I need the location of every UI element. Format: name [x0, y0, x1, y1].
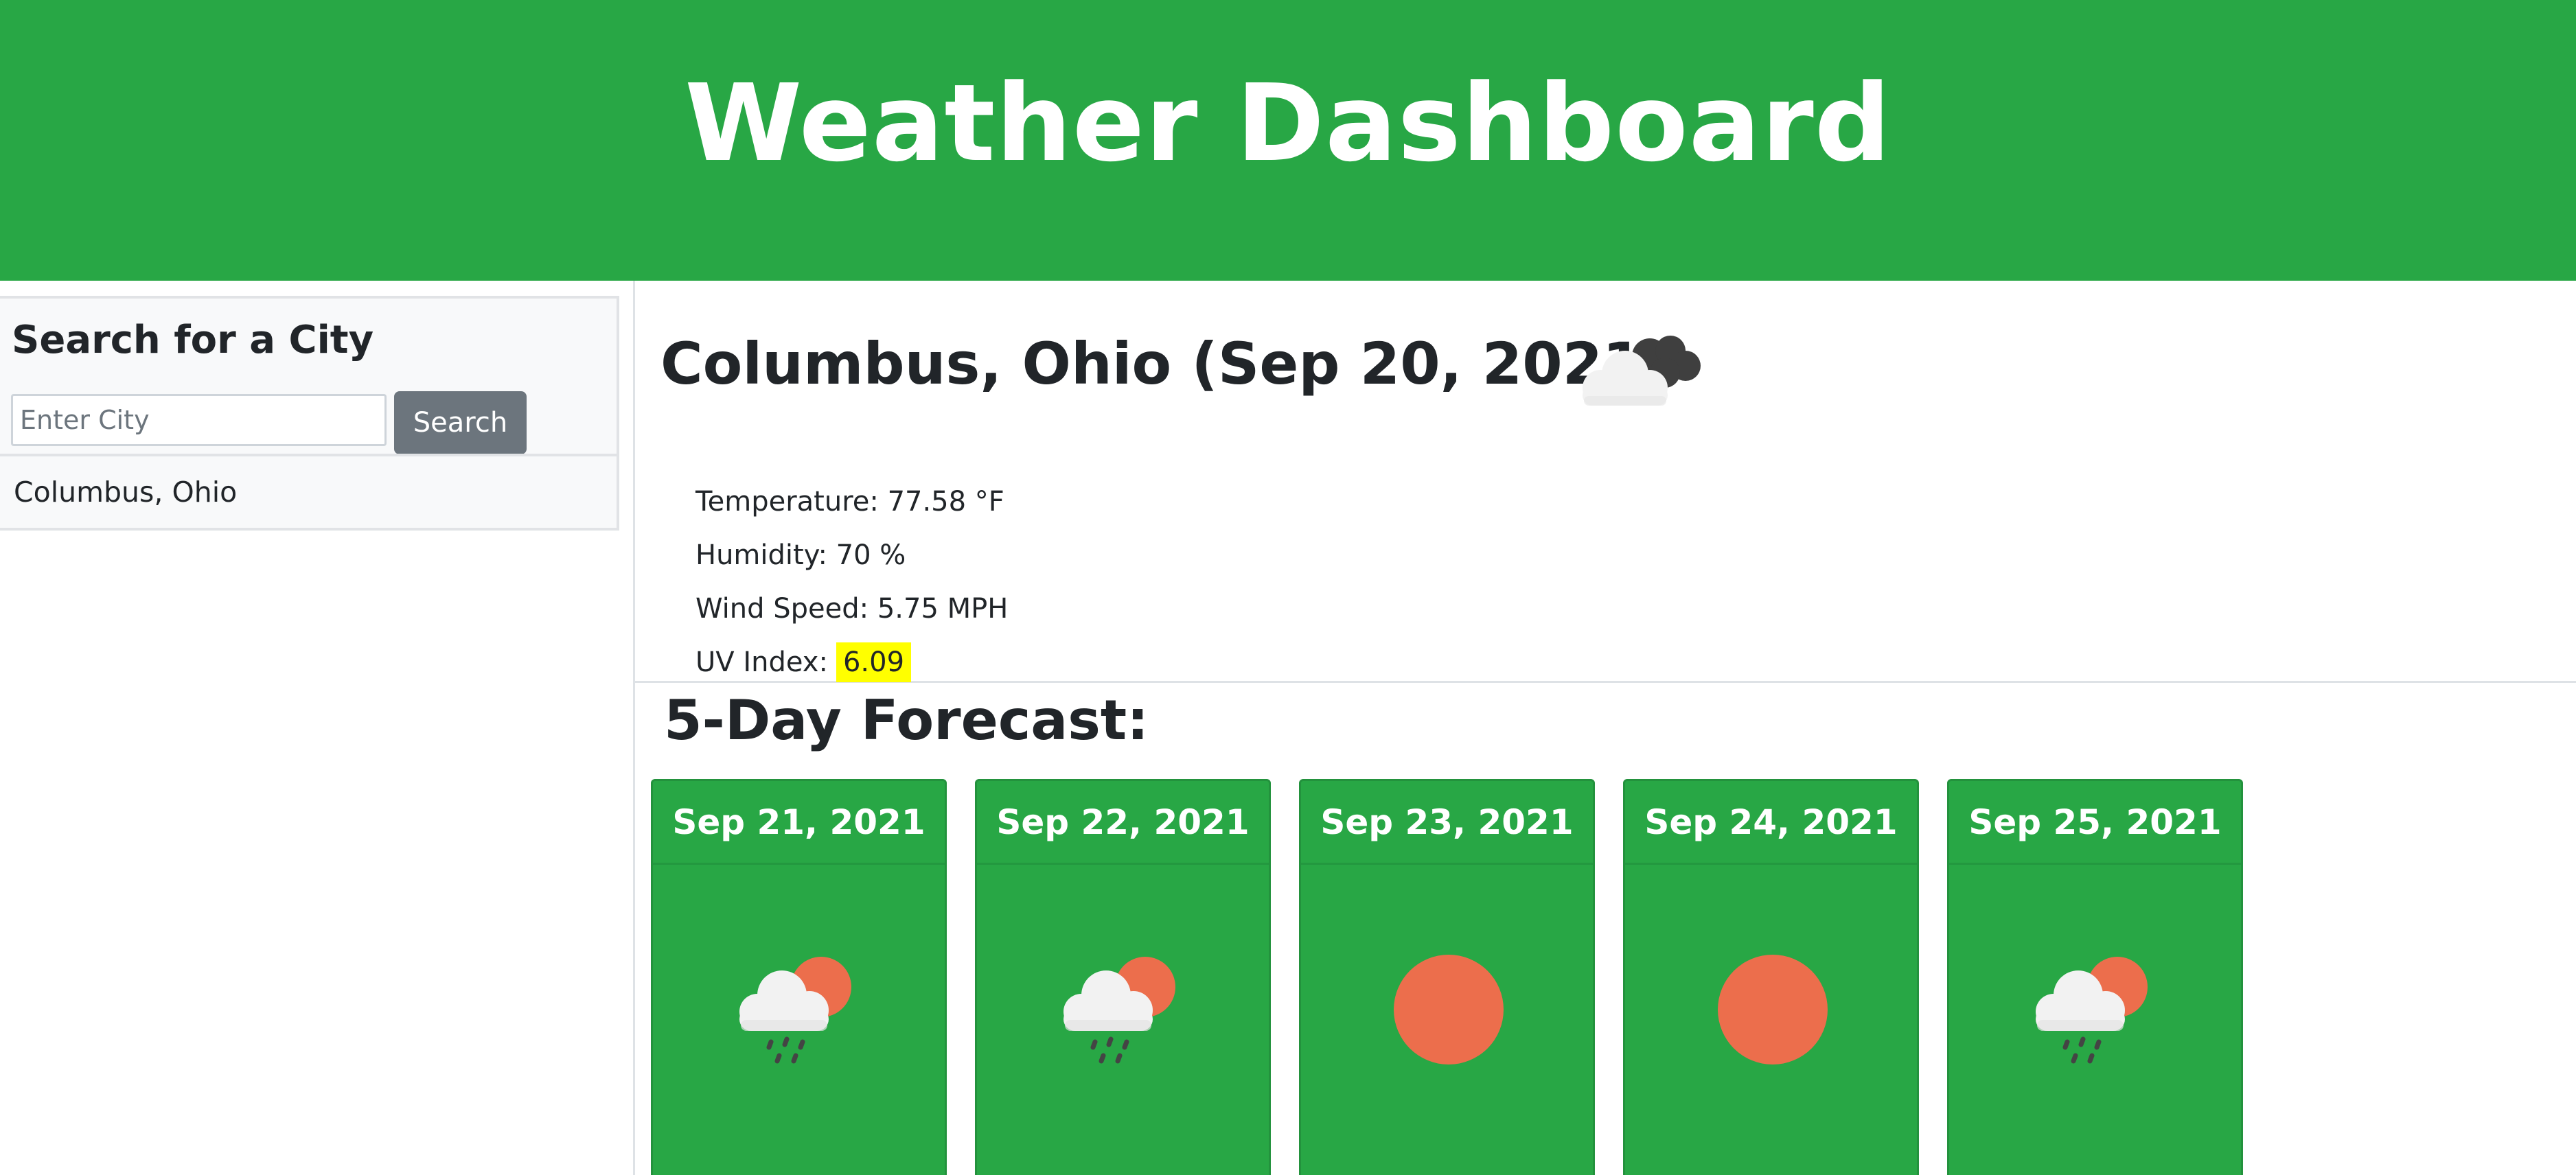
forecast-date: Sep 21, 2021 — [653, 781, 945, 865]
forecast-date: Sep 23, 2021 — [1301, 781, 1593, 865]
page-title: Weather Dashboard — [685, 61, 1891, 185]
temperature-stat: Temperature: 77.58 °F — [695, 486, 1004, 517]
humidity-stat: Humidity: 70 % — [695, 539, 906, 571]
forecast-heading: 5-Day Forecast: — [664, 688, 1149, 752]
sidebar: Search for a City Search Columbus, Ohio — [0, 281, 634, 1175]
current-stats: Temperature: 77.58 °F Humidity: 70 % Win… — [695, 475, 1008, 689]
uv-index-stat: UV Index: 6.09 — [695, 636, 1008, 689]
sun-icon — [1394, 955, 1504, 1065]
history-item-label: Columbus, Ohio — [14, 476, 238, 509]
search-button[interactable]: Search — [394, 391, 527, 454]
forecast-date: Sep 22, 2021 — [977, 781, 1269, 865]
uv-index-badge: 6.09 — [836, 642, 912, 682]
uv-index-label: UV Index: — [695, 647, 828, 678]
forecast-cards: Sep 21, 2021 Sep 22, 2021 Sep 23, 2021 S… — [651, 779, 2243, 1175]
rain-sun-icon — [739, 957, 851, 1064]
weather-dashboard-page: Weather Dashboard Search for a City Sear… — [0, 0, 2576, 1175]
forecast-date: Sep 25, 2021 — [1949, 781, 2241, 865]
forecast-card: Sep 23, 2021 — [1299, 779, 1595, 1175]
partly-cloudy-dark-icon — [1583, 336, 1701, 406]
sun-icon — [1718, 955, 1828, 1065]
current-city-title: Columbus, Ohio (Sep 20, 2021) — [660, 330, 1669, 397]
wind-speed-stat: Wind Speed: 5.75 MPH — [695, 593, 1009, 625]
header-banner: Weather Dashboard — [0, 0, 2576, 281]
history-item[interactable]: Columbus, Ohio — [0, 454, 619, 531]
rain-sun-icon — [1063, 957, 1175, 1064]
current-weather-panel: Columbus, Ohio (Sep 20, 2021) Temperatur… — [635, 281, 2576, 683]
search-panel: Search for a City Search — [0, 296, 619, 461]
main-content: Columbus, Ohio (Sep 20, 2021) Temperatur… — [633, 281, 2576, 1175]
city-search-input[interactable] — [11, 394, 387, 446]
forecast-card: Sep 24, 2021 — [1623, 779, 1919, 1175]
search-history-list: Columbus, Ohio — [0, 454, 619, 531]
rain-sun-icon — [2036, 957, 2148, 1064]
search-heading: Search for a City — [12, 318, 374, 362]
forecast-card: Sep 25, 2021 — [1947, 779, 2243, 1175]
forecast-date: Sep 24, 2021 — [1625, 781, 1917, 865]
forecast-card: Sep 21, 2021 — [651, 779, 947, 1175]
forecast-card: Sep 22, 2021 — [975, 779, 1271, 1175]
